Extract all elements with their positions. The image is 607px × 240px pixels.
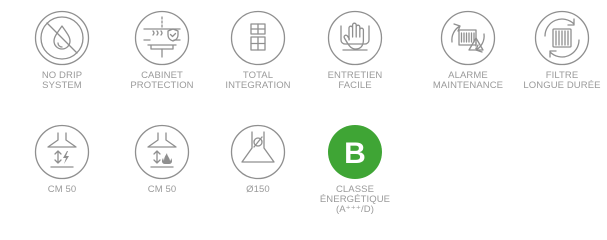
feature-label: FILTRE LONGUE DURÉE bbox=[523, 70, 601, 91]
feature-label: ENTRETIEN FACILE bbox=[327, 70, 383, 91]
feature-label: ALARME MAINTENANCE bbox=[432, 70, 504, 91]
energy-class-letter: B bbox=[344, 137, 366, 170]
filtre-longue-duree-icon bbox=[534, 10, 590, 66]
total-integration-icon bbox=[230, 10, 286, 66]
entretien-facile-icon bbox=[327, 10, 383, 66]
feature-cabinet-protection: CABINET PROTECTION bbox=[117, 10, 207, 91]
feature-energy-class: B CLASSE ÉNERGÉTIQUE (A⁺⁺⁺/D) bbox=[310, 124, 400, 215]
feature-filtre-longue-duree: FILTRE LONGUE DURÉE bbox=[517, 10, 607, 91]
cabinet-protection-icon bbox=[134, 10, 190, 66]
feature-label: CM 50 bbox=[47, 184, 77, 195]
feature-duct-diameter: Ø150 bbox=[213, 124, 303, 195]
feature-label: CM 50 bbox=[147, 184, 177, 195]
feature-label: Ø150 bbox=[246, 184, 270, 195]
feature-alarme-maintenance: ALARME MAINTENANCE bbox=[423, 10, 513, 91]
extraction-electric-icon bbox=[34, 124, 90, 180]
alarme-maintenance-icon bbox=[440, 10, 496, 66]
feature-total-integration: TOTAL INTEGRATION bbox=[213, 10, 303, 91]
energy-class-badge: B bbox=[328, 125, 382, 179]
feature-label: NO DRIP SYSTEM bbox=[41, 70, 83, 91]
feature-cm50-electric: CM 50 bbox=[17, 124, 107, 195]
feature-label: TOTAL INTEGRATION bbox=[225, 70, 291, 91]
feature-cm50-gas: CM 50 bbox=[117, 124, 207, 195]
feature-entretien-facile: ENTRETIEN FACILE bbox=[310, 10, 400, 91]
duct-diameter-icon bbox=[230, 124, 286, 180]
feature-label: CLASSE ÉNERGÉTIQUE (A⁺⁺⁺/D) bbox=[319, 184, 391, 215]
no-drip-icon bbox=[34, 10, 90, 66]
feature-label: CABINET PROTECTION bbox=[130, 70, 194, 91]
feature-no-drip-system: NO DRIP SYSTEM bbox=[17, 10, 107, 91]
extraction-gas-icon bbox=[134, 124, 190, 180]
